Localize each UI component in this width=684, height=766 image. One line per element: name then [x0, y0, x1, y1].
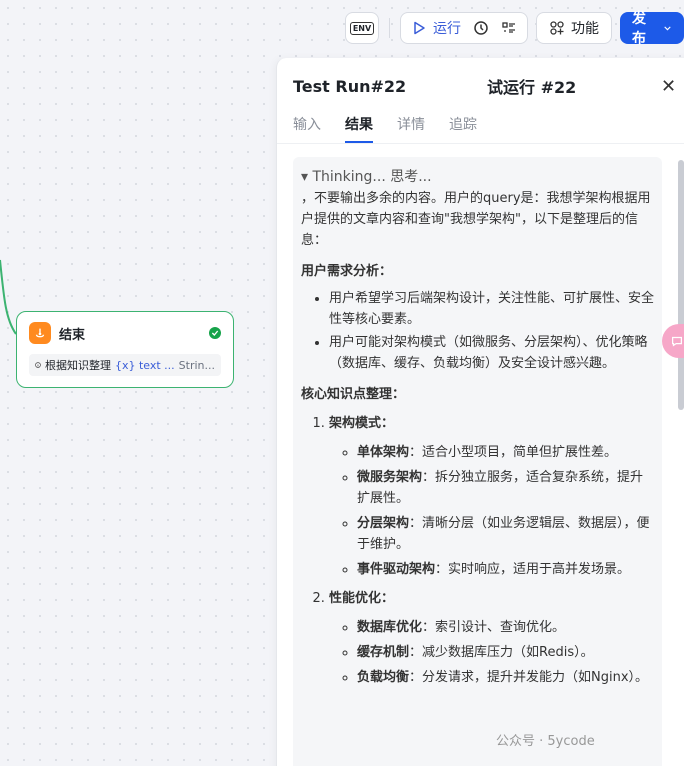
section-title-needs: 用户需求分析： [301, 264, 393, 279]
panel-title: Test Run#22 [293, 76, 407, 96]
grid-apps-icon [550, 21, 564, 35]
watermark: 公众号 · 5ycode [496, 730, 595, 749]
output-name: 根据知识整理 [44, 359, 111, 372]
item-key: 负载均衡 [357, 670, 410, 685]
list-item: 事件驱动架构：实时响应，适用于高并发场景。 [357, 559, 654, 580]
end-node-output-row: 根据知识整理 {x} text ... Strin... [29, 354, 221, 376]
list-item: 用户可能对架构模式（如微服务、分层架构）、优化策略（数据库、缓存、负载均衡）及安… [329, 332, 654, 374]
item-value: ：减少数据库压力（如Redis）。 [409, 645, 594, 660]
list-item: 用户希望学习后端架构设计，关注性能、可扩展性、安全性等核心要素。 [329, 288, 654, 330]
tab-input[interactable]: 输入 [293, 114, 321, 143]
item-key: 事件驱动架构 [357, 562, 436, 577]
panel-tabs: 输入 结果 详情 追踪 [277, 114, 684, 144]
node-connector-edge [0, 259, 17, 335]
point-title: 性能优化： [329, 591, 395, 606]
list-item: 微服务架构：拆分独立服务，适合复杂系统，提升扩展性。 [357, 467, 654, 509]
tab-details[interactable]: 详情 [397, 114, 425, 143]
knowledge-list: 架构模式： 单体架构：适合小型项目，简单但扩展性差。 微服务架构：拆分独立服务，… [301, 413, 654, 688]
output-type: Strin... [178, 358, 215, 372]
item-value: ：索引设计、查询优化。 [422, 620, 566, 635]
toolbar-divider [389, 18, 390, 38]
list-item: 分层架构：清晰分层（如业务逻辑层、数据层），便于维护。 [357, 513, 654, 555]
run-label: 运行 [433, 21, 461, 37]
publish-label: 发布 [632, 11, 646, 47]
publish-button[interactable]: 发布 [620, 11, 684, 47]
item-value: ：分发请求，提升并发能力（如Nginx）。 [409, 670, 649, 685]
list-item: 缓存机制：减少数据库压力（如Redis）。 [357, 642, 654, 663]
info-icon [35, 362, 41, 368]
section-title-knowledge: 核心知识点整理： [301, 387, 406, 402]
point-title: 架构模式： [329, 416, 395, 431]
panel-scrollbar[interactable] [678, 160, 684, 410]
features-button[interactable]: 功能 [536, 12, 612, 44]
close-icon[interactable]: ✕ [661, 76, 676, 97]
sub-list: 单体架构：适合小型项目，简单但扩展性差。 微服务架构：拆分独立服务，适合复杂系统… [329, 442, 654, 580]
list-item: 负载均衡：分发请求，提升并发能力（如Nginx）。 [357, 667, 654, 688]
env-icon: ENV [349, 21, 375, 35]
top-toolbar: ENV 运行 功能 发布 [345, 11, 684, 47]
item-key: 缓存机制 [357, 645, 410, 660]
chevron-down-icon [664, 26, 671, 31]
thinking-toggle[interactable]: ▾ Thinking... 思考... [301, 167, 654, 188]
test-run-panel: Test Run#22 试运行 #22 ✕ 输入 结果 详情 追踪 ▾ Thin… [276, 58, 684, 766]
run-group: 运行 [400, 12, 528, 44]
list-item: 数据库优化：索引设计、查询优化。 [357, 617, 654, 638]
item-value: ：适合小型项目，简单但扩展性差。 [409, 445, 618, 460]
item-key: 单体架构 [357, 445, 410, 460]
end-node-header: 结束 [29, 322, 221, 344]
list-item: 性能优化： 数据库优化：索引设计、查询优化。 缓存机制：减少数据库压力（如Red… [329, 588, 654, 688]
item-key: 分层架构 [357, 516, 410, 531]
end-node[interactable]: 结束 根据知识整理 {x} text ... Strin... [16, 311, 234, 388]
list-item: 架构模式： 单体架构：适合小型项目，简单但扩展性差。 微服务架构：拆分独立服务，… [329, 413, 654, 580]
env-button[interactable]: ENV [345, 12, 379, 44]
item-key: 微服务架构 [357, 470, 423, 485]
output-variable: {x} text ... [114, 358, 175, 372]
panel-title-cn: 试运行 #22 [487, 78, 577, 97]
sub-list: 数据库优化：索引设计、查询优化。 缓存机制：减少数据库压力（如Redis）。 负… [329, 617, 654, 688]
tab-result[interactable]: 结果 [345, 114, 373, 143]
list-icon[interactable] [501, 20, 517, 36]
watermark-text: 公众号 · 5ycode [496, 734, 595, 749]
assistant-icon [672, 336, 682, 347]
tab-trace[interactable]: 追踪 [449, 114, 477, 143]
history-icon[interactable] [473, 20, 489, 36]
end-node-icon [29, 322, 51, 344]
intro-text: ，不要输出多余的内容。用户的query是：我想学架构根据用户提供的文章内容和查询… [301, 191, 651, 248]
play-icon [414, 21, 425, 35]
panel-header: Test Run#22 试运行 #22 [277, 58, 684, 114]
item-key: 数据库优化 [357, 620, 423, 635]
needs-list: 用户希望学习后端架构设计，关注性能、可扩展性、安全性等核心要素。 用户可能对架构… [301, 288, 654, 374]
item-value: ：实时响应，适用于高并发场景。 [435, 562, 631, 577]
end-node-title: 结束 [59, 327, 86, 343]
result-content: ▾ Thinking... 思考... ，不要输出多余的内容。用户的query是… [293, 157, 662, 766]
features-label: 功能 [571, 21, 599, 37]
run-button[interactable]: 运行 [411, 18, 461, 38]
success-check-icon [209, 327, 221, 339]
list-item: 单体架构：适合小型项目，简单但扩展性差。 [357, 442, 654, 463]
